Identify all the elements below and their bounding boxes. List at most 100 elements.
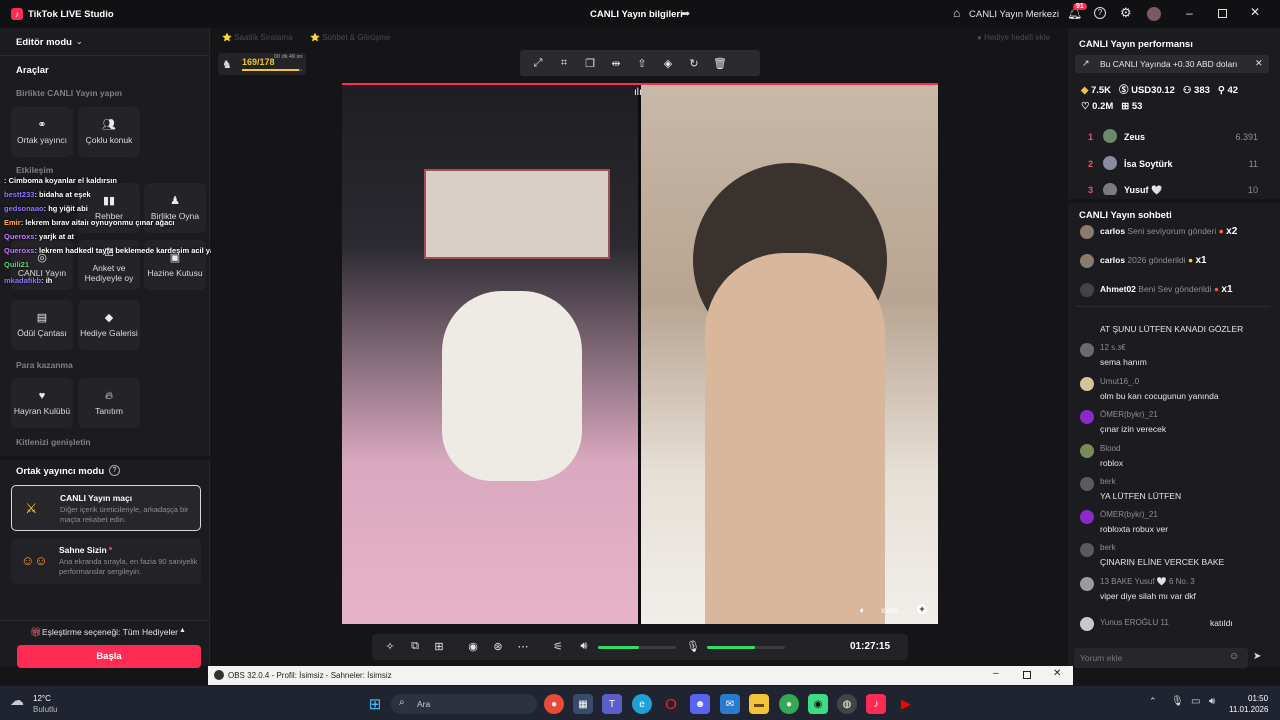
hourly-ranking-chip[interactable]: ⭐ Saatlik Sıralama (222, 33, 292, 42)
chevron-down-icon[interactable]: ⌄ (76, 37, 83, 46)
resize-icon[interactable]: ⤢ (528, 57, 548, 70)
weather-icon[interactable]: ☁ (10, 692, 24, 709)
send-icon[interactable]: ➤ (1253, 651, 1261, 662)
search-icon: ⌕ (399, 697, 405, 708)
youtube-icon[interactable]: ▶ (896, 694, 916, 714)
viewers-icon: ⚇ (1182, 85, 1192, 96)
comment-input[interactable]: Yorum ekle ☺ (1074, 648, 1248, 668)
obs-close-icon[interactable]: ✕ (1053, 668, 1061, 679)
live-match-card[interactable]: ⚔ CANLI Yayın maçı Diğer içerik üreticil… (11, 485, 201, 531)
match-icon: ⚔ (25, 500, 38, 516)
rank-number: 3 (1088, 185, 1094, 195)
android-icon[interactable]: ◉ (808, 694, 828, 714)
teams-icon[interactable]: T (602, 694, 622, 714)
edge-icon[interactable]: e (632, 694, 652, 714)
ranking-list: 1 Zeus 6.391 2 İsa Soytürk 11 3 Yusuf 🤍 … (1076, 127, 1270, 195)
likes-heart-icon: ♡ (1081, 101, 1090, 112)
progress-fill (242, 69, 299, 71)
share-icon[interactable]: ➦ (681, 7, 690, 20)
chat-call-chip[interactable]: ⭐ Sohbet & Görüşme (310, 33, 390, 42)
center-title[interactable]: CANLI Yayın bilgileri (590, 9, 683, 20)
chrome-icon[interactable]: ● (544, 694, 564, 714)
match-title: CANLI Yayın maçı (60, 493, 133, 503)
banner-close-icon[interactable]: ✕ (1255, 58, 1263, 69)
equalizer-icon[interactable]: ⚟ (548, 640, 568, 653)
gift-goal-chip[interactable]: ● Hediye hedefi ekle (977, 33, 1050, 42)
help-icon[interactable]: ? (1094, 7, 1106, 19)
volume-small-icon[interactable]: 🔈︎ (860, 605, 865, 616)
bag-icon: ▤ (36, 311, 48, 324)
crop-icon[interactable]: ⌗ (554, 57, 574, 70)
promote-tile[interactable]: 🔥︎ Tanıtım (78, 378, 140, 428)
speaker-icon[interactable]: 🔊︎ (574, 640, 594, 653)
speaker-level-slider[interactable] (598, 646, 676, 649)
refresh-icon[interactable]: ↻ (684, 57, 704, 70)
divider (0, 456, 210, 460)
discord-icon[interactable]: ☻ (690, 694, 710, 714)
tray-network-icon[interactable]: ▭ (1191, 696, 1200, 707)
editor-mode-dropdown[interactable]: Editör modu (16, 37, 72, 48)
taskbar-search[interactable]: ⌕ Ara (391, 694, 537, 714)
record-icon[interactable]: ◉ (463, 640, 483, 653)
video-left (342, 83, 639, 624)
add-source-icon[interactable]: ⧉ (405, 640, 425, 653)
emoji-icon[interactable]: ☺ (1229, 651, 1239, 662)
add-icon[interactable]: + (917, 604, 927, 614)
browser-icon[interactable]: ● (779, 694, 799, 714)
ranking-row[interactable]: 1 Zeus 6.391 (1076, 127, 1270, 145)
folder-icon[interactable]: ▬ (749, 694, 769, 714)
microphone-icon[interactable]: 🎙︎ (683, 640, 703, 653)
home-icon[interactable]: ⌂ (953, 6, 960, 20)
clock-date[interactable]: 11.01.2026 (1229, 705, 1268, 714)
stat-viewers: 383 (1194, 85, 1210, 96)
profile-avatar[interactable] (1147, 7, 1161, 21)
close-icon[interactable]: ✕ (1250, 5, 1260, 19)
opera-icon[interactable]: O (661, 694, 681, 714)
tiktok-taskbar-icon[interactable]: ♪ (866, 694, 886, 714)
start-menu-icon[interactable]: ⊞ (365, 694, 385, 714)
overlay-chat-line: gedsonaao: hg yiğit abi (4, 204, 88, 213)
trash-icon[interactable]: 🗑︎ (710, 57, 730, 70)
gift-icon: ● (1213, 284, 1220, 294)
layout-icon[interactable]: ⊞ (429, 640, 449, 653)
live-center-link[interactable]: CANLI Yayın Merkezi (969, 9, 1059, 20)
more-icon[interactable]: ⋯ (513, 640, 533, 653)
caret-up-icon[interactable]: ▲ (179, 627, 186, 634)
gift-gallery-tile[interactable]: ◆ Hediye Galerisi (78, 300, 140, 350)
stat-diamonds: 7.5K (1090, 85, 1112, 96)
obs-minimize-icon[interactable]: – (993, 668, 999, 679)
cohost-tile[interactable]: ⚭ Ortak yayıncı (11, 107, 73, 157)
stage-card[interactable]: ☺☺ Sahne Sizin Ana ekranda sırayla, en f… (11, 538, 201, 584)
tray-mic-icon[interactable]: 🎙︎ (1171, 696, 1184, 707)
comment-placeholder: Yorum ekle (1080, 653, 1123, 663)
multi-guest-tile[interactable]: 👥︎ Çoklu konuk (78, 107, 140, 157)
divider (1076, 306, 1270, 307)
start-button[interactable]: Başla (17, 645, 201, 668)
flip-icon[interactable]: ⇹ (606, 57, 626, 70)
info-icon[interactable]: ? (109, 465, 120, 476)
ranking-row[interactable]: 3 Yusuf 🤍 10 (1076, 181, 1270, 195)
progress-widget: ♞ 169/178 00 dk 49 sn (218, 53, 306, 75)
progress-text: 169/178 (242, 57, 275, 67)
match-option-selector[interactable]: Eşleştirme seçeneği: Tüm Hediyeler (42, 627, 178, 637)
magic-wand-icon[interactable]: ✧ (380, 640, 400, 653)
layers-icon[interactable]: ◈ (658, 57, 678, 70)
minimize-icon[interactable]: – (1186, 6, 1193, 20)
obs-taskbar-icon[interactable]: ◍ (837, 694, 857, 714)
fan-club-tile[interactable]: ♥ Hayran Kulübü (11, 378, 73, 428)
mic-level-slider[interactable] (707, 646, 785, 649)
tray-caret-icon[interactable]: ⌃ (1149, 696, 1157, 707)
duplicate-icon[interactable]: ❐ (580, 57, 600, 70)
maximize-icon[interactable] (1218, 9, 1227, 18)
effects-icon[interactable]: ⊛ (488, 640, 508, 653)
settings-gear-icon[interactable]: ⚙ (1120, 5, 1132, 21)
reward-bag-label: Ödül Çantası (17, 328, 67, 338)
tray-volume-icon[interactable]: 🔊︎ (1209, 696, 1215, 707)
store-icon[interactable]: ▦ (573, 694, 593, 714)
obs-maximize-icon[interactable] (1023, 671, 1031, 679)
reward-bag-tile[interactable]: ▤ Ödül Çantası (11, 300, 73, 350)
move-up-icon[interactable]: ⇧ (632, 57, 652, 70)
mail-icon[interactable]: ✉ (720, 694, 740, 714)
clock-time[interactable]: 01:50 (1248, 694, 1268, 703)
ranking-row[interactable]: 2 İsa Soytürk 11 (1076, 154, 1270, 172)
